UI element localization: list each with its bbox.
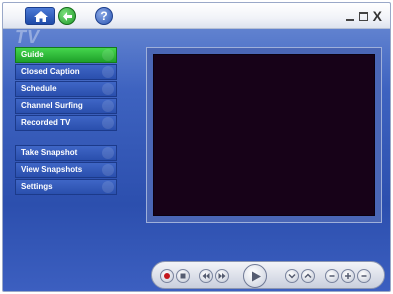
help-button[interactable]: ?: [95, 7, 113, 25]
rewind-icon: [202, 273, 210, 279]
menu-item-label: Closed Caption: [21, 67, 80, 76]
record-button[interactable]: [160, 269, 174, 283]
rewind-button[interactable]: [199, 269, 213, 283]
video-display[interactable]: [153, 54, 375, 216]
menu-item-closed-caption[interactable]: Closed Caption: [15, 64, 117, 80]
back-arrow-icon: [63, 12, 72, 21]
record-icon: [164, 273, 170, 279]
main-menu: Guide Closed Caption Schedule Channel Surfi…: [15, 47, 117, 195]
menu-item-recorded-tv[interactable]: Recorded TV: [15, 115, 117, 131]
channel-up-icon: [304, 273, 312, 279]
minimize-button[interactable]: [345, 19, 354, 21]
tv-watermark: TV: [15, 27, 41, 47]
volume-down-icon: [361, 275, 367, 277]
home-icon: [34, 11, 48, 22]
volume-up-button[interactable]: [341, 269, 355, 283]
menu-item-channel-surfing[interactable]: Channel Surfing: [15, 98, 117, 114]
play-icon: [252, 271, 261, 282]
channel-down-button[interactable]: [285, 269, 299, 283]
menu-item-label: Channel Surfing: [21, 101, 83, 110]
menu-item-glow-icon: [102, 49, 114, 61]
menu-item-glow-icon: [102, 147, 114, 159]
fast-forward-icon: [218, 273, 226, 279]
secondary-menu-group: Take Snapshot View Snapshots Settings: [15, 145, 117, 195]
primary-menu-group: Guide Closed Caption Schedule Channel Surfi…: [15, 47, 117, 131]
title-bar: ? X: [3, 3, 390, 29]
video-frame: [146, 47, 382, 223]
mute-button[interactable]: [325, 269, 339, 283]
menu-item-label: Take Snapshot: [21, 148, 78, 157]
menu-item-glow-icon: [102, 117, 114, 129]
maximize-button[interactable]: [358, 11, 368, 21]
menu-item-label: Schedule: [21, 84, 57, 93]
channel-down-icon: [288, 273, 296, 279]
menu-item-view-snapshots[interactable]: View Snapshots: [15, 162, 117, 178]
volume-down-button[interactable]: [357, 269, 371, 283]
menu-item-take-snapshot[interactable]: Take Snapshot: [15, 145, 117, 161]
menu-item-glow-icon: [102, 66, 114, 78]
tv-window: ? X TV Guide Closed Caption Schedule Channe…: [2, 2, 391, 292]
close-button[interactable]: X: [373, 7, 382, 25]
window-controls: X: [345, 7, 382, 25]
menu-item-label: Settings: [21, 182, 53, 191]
help-icon: ?: [100, 9, 108, 23]
transport-controls: [151, 261, 385, 289]
mute-icon: [329, 275, 335, 277]
menu-item-label: View Snapshots: [21, 165, 83, 174]
back-button[interactable]: [58, 7, 76, 25]
menu-item-label: Recorded TV: [21, 118, 71, 127]
stop-icon: [180, 273, 186, 279]
menu-item-settings[interactable]: Settings: [15, 179, 117, 195]
menu-item-label: Guide: [21, 50, 44, 59]
menu-item-glow-icon: [102, 181, 114, 193]
menu-item-schedule[interactable]: Schedule: [15, 81, 117, 97]
volume-up-icon: [345, 273, 351, 279]
menu-item-guide[interactable]: Guide: [15, 47, 117, 63]
home-button[interactable]: [25, 7, 55, 25]
fast-forward-button[interactable]: [215, 269, 229, 283]
menu-item-glow-icon: [102, 83, 114, 95]
play-button[interactable]: [243, 264, 267, 288]
menu-item-glow-icon: [102, 164, 114, 176]
stop-button[interactable]: [176, 269, 190, 283]
channel-up-button[interactable]: [301, 269, 315, 283]
menu-item-glow-icon: [102, 100, 114, 112]
